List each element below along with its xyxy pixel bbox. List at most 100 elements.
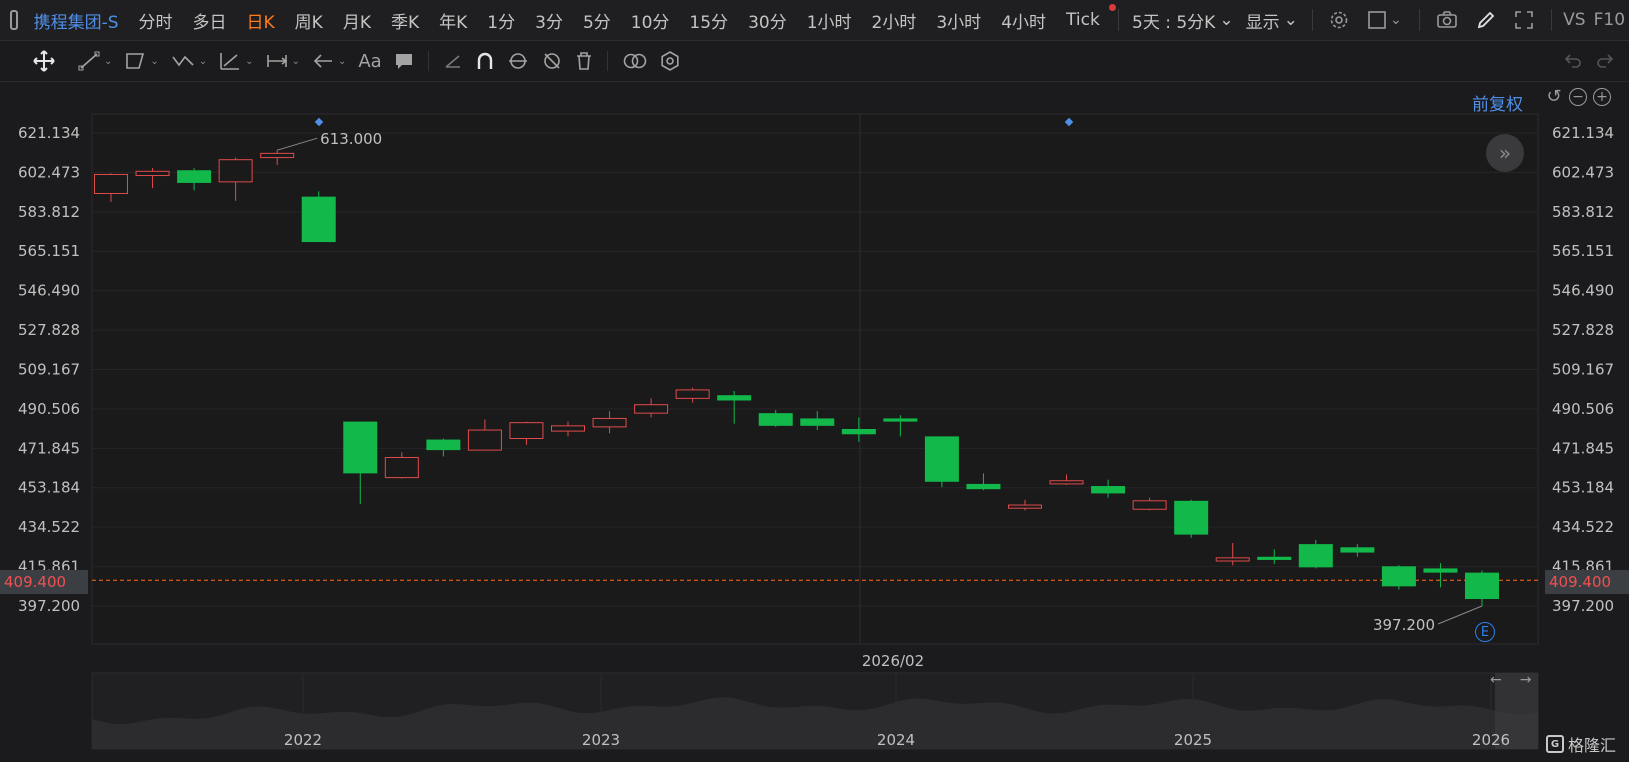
display-label: 显示 — [1245, 12, 1280, 33]
scroll-right-icon[interactable]: → — [1520, 672, 1532, 688]
chart-area[interactable]: 2026/02 621.134 602.473 583.812 565.151 546.… — [0, 82, 1629, 762]
candle-body-down — [883, 418, 918, 422]
candle-body-up — [467, 429, 502, 451]
tab-monthly-k[interactable]: 月K — [333, 8, 381, 33]
expand-panel-icon[interactable]: » — [1486, 134, 1524, 172]
brand-watermark: G 格隆汇 — [1546, 732, 1616, 756]
scroll-left-icon[interactable]: ← — [1490, 672, 1502, 688]
arrow-tool[interactable]: ⌄ — [306, 46, 352, 76]
tab-fenshi[interactable]: 分时 — [129, 8, 183, 33]
candle-body-down — [717, 395, 752, 401]
compare-button[interactable]: VS — [1559, 10, 1589, 30]
price-axis-right: 621.134 602.473 583.812 565.151 546.490 527.8… — [1552, 124, 1614, 615]
tab-5min[interactable]: 5分 — [573, 8, 621, 33]
candle-body-down — [343, 421, 378, 474]
redo-icon[interactable] — [1589, 46, 1621, 76]
settings-icon[interactable] — [1320, 10, 1358, 30]
candle-body-down — [1381, 566, 1416, 587]
price-tick-left: 527.828 — [18, 321, 80, 339]
tab-3min[interactable]: 3分 — [525, 8, 573, 33]
price-tick-right: 471.845 — [1552, 439, 1614, 457]
multiday-dropdown[interactable]: 5天 : 5分K ⌄ — [1126, 8, 1240, 33]
tab-multiday[interactable]: 多日 — [183, 8, 237, 33]
fib-tool[interactable]: ⌄ — [213, 46, 259, 76]
move-icon[interactable] — [26, 46, 62, 76]
symbol-name[interactable]: 携程集团-S — [34, 8, 119, 33]
candle-body-up — [1132, 500, 1167, 510]
candle-body-up — [94, 173, 128, 194]
price-tick-left: 453.184 — [18, 479, 80, 497]
candle-body-down — [1174, 500, 1209, 535]
tab-4hour[interactable]: 4小时 — [991, 8, 1056, 33]
fullscreen-icon[interactable] — [1505, 10, 1543, 30]
candle-body-up — [509, 422, 544, 440]
tab-quarterly-k[interactable]: 季K — [381, 8, 429, 33]
gear-icon[interactable] — [654, 46, 686, 76]
divider — [606, 51, 608, 71]
magnet-icon[interactable] — [469, 46, 501, 76]
tab-15min[interactable]: 15分 — [679, 8, 738, 33]
chart-style-dropdown[interactable]: ⌄ — [1358, 10, 1411, 30]
tab-tick[interactable]: Tick — [1056, 4, 1116, 30]
tab-10min[interactable]: 10分 — [621, 8, 680, 33]
price-tick-right: 583.812 — [1552, 203, 1614, 221]
candle — [924, 436, 959, 488]
text-tool-icon[interactable]: Aa — [352, 46, 387, 76]
candle-body-down — [1340, 547, 1375, 553]
f10-button[interactable]: F10 — [1590, 10, 1629, 30]
navigator-year-label: 2025 — [1174, 731, 1212, 749]
adjustment-toggle[interactable]: 前复权 — [1472, 90, 1523, 115]
price-tick-left: 434.522 — [18, 518, 80, 536]
tab-3hour[interactable]: 3小时 — [926, 8, 991, 33]
tab-tick-label: Tick — [1066, 10, 1100, 30]
candle-body-up — [675, 389, 710, 399]
event-badge-icon[interactable]: E — [1475, 622, 1495, 642]
zoom-out-icon[interactable]: − — [1569, 88, 1587, 106]
reset-icon[interactable]: ↺ — [1545, 88, 1563, 106]
drawing-toolbar: ⌄ ⌄ ⌄ ⌄ ⌄ ⌄ Aa — [0, 41, 1629, 82]
candle-body-up — [634, 404, 669, 414]
eraser-line-icon[interactable] — [437, 46, 469, 76]
comment-tool-icon[interactable] — [388, 46, 420, 76]
trash-icon[interactable] — [569, 46, 599, 76]
sidebar-toggle-icon[interactable] — [10, 10, 18, 30]
price-axis-left: 621.134 602.473 583.812 565.151 546.490 527.8… — [18, 124, 80, 615]
camera-icon[interactable] — [1427, 10, 1467, 30]
display-dropdown[interactable]: 显示 ⌄ — [1240, 8, 1304, 33]
channel-tool[interactable]: ⌄ — [118, 46, 164, 76]
candlestick-chart[interactable]: 2026/02 621.134 602.473 583.812 565.151 546.… — [0, 82, 1629, 762]
low-price-label: 397.200 — [1373, 616, 1435, 634]
tab-30min[interactable]: 30分 — [738, 8, 797, 33]
price-tick-left: 565.151 — [18, 242, 80, 260]
tab-1hour[interactable]: 1小时 — [797, 8, 862, 33]
divider — [427, 51, 429, 71]
candle — [301, 191, 336, 243]
tab-weekly-k[interactable]: 周K — [285, 8, 333, 33]
pencil-icon[interactable] — [1467, 10, 1505, 30]
price-tick-right: 602.473 — [1552, 163, 1614, 181]
tab-yearly-k[interactable]: 年K — [429, 8, 477, 33]
navigator: 2022 2023 2024 2025 2026 — [91, 672, 1539, 750]
arrow-left-icon — [313, 54, 332, 68]
chevron-down-icon: ⌄ — [1219, 10, 1234, 30]
trend-line-tool[interactable]: ⌄ — [72, 46, 118, 76]
hide-drawings-icon[interactable] — [535, 46, 569, 76]
candle-body-up — [592, 417, 627, 428]
navigator-year-label: 2024 — [877, 731, 915, 749]
candle-body-down — [426, 439, 461, 451]
tab-2hour[interactable]: 2小时 — [862, 8, 927, 33]
navigator-year-label: 2026 — [1472, 731, 1510, 749]
overlay-icon[interactable] — [616, 46, 654, 76]
chart-controls: ↺ − + — [1545, 88, 1611, 106]
tab-daily-k[interactable]: 日K — [237, 8, 285, 33]
zoom-in-icon[interactable]: + — [1593, 88, 1611, 106]
measure-tool-icon — [266, 55, 287, 67]
wave-tool[interactable]: ⌄ — [165, 46, 213, 76]
tab-1min[interactable]: 1分 — [477, 8, 525, 33]
undo-icon[interactable] — [1557, 46, 1589, 76]
measure-tool[interactable]: ⌄ — [260, 46, 306, 76]
sync-drawings-icon[interactable] — [501, 46, 535, 76]
candle-body-down — [177, 170, 212, 183]
candle-body-up — [135, 170, 170, 177]
candle — [1298, 539, 1333, 569]
